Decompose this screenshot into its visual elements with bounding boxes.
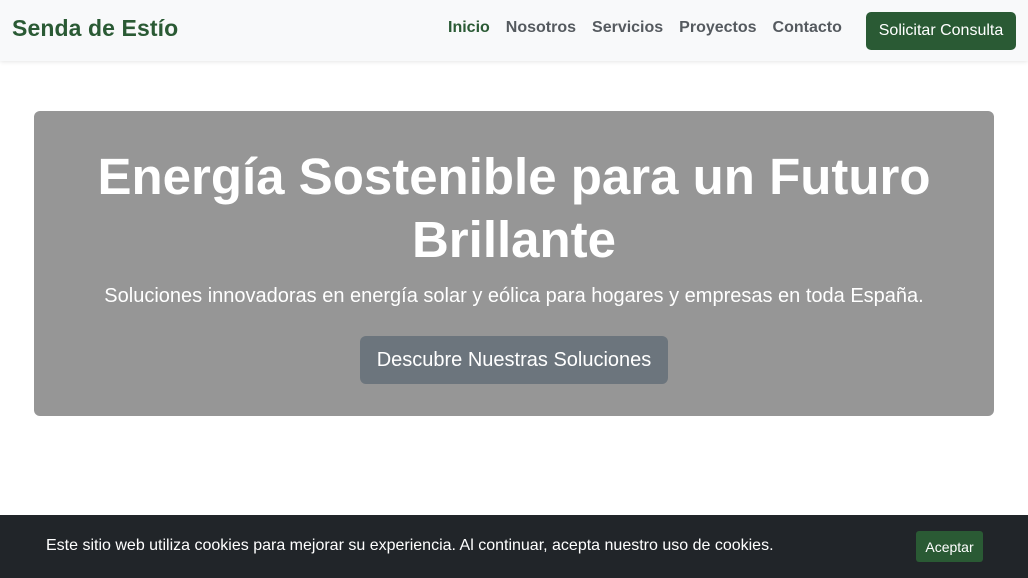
nav-link-contacto[interactable]: Contacto xyxy=(773,19,842,37)
nav-link-inicio[interactable]: Inicio xyxy=(448,19,490,37)
nav-links: Inicio Nosotros Servicios Proyectos Cont… xyxy=(448,19,858,37)
hero-section: Energía Sostenible para un Futuro Brilla… xyxy=(34,111,994,416)
navbar: Senda de Estío Inicio Nosotros Servicios… xyxy=(0,0,1028,61)
hero-title: Energía Sostenible para un Futuro Brilla… xyxy=(97,148,931,268)
nav-link-proyectos[interactable]: Proyectos xyxy=(679,19,756,37)
cookie-banner: Este sitio web utiliza cookies para mejo… xyxy=(0,515,1028,578)
cookie-banner-text: Este sitio web utiliza cookies para mejo… xyxy=(46,537,774,554)
discover-solutions-button[interactable]: Descubre Nuestras Soluciones xyxy=(360,336,668,384)
nav-link-nosotros[interactable]: Nosotros xyxy=(506,19,576,37)
hero-subtitle: Soluciones innovadoras en energía solar … xyxy=(104,285,924,307)
brand-logo-link[interactable]: Senda de Estío xyxy=(12,15,178,42)
nav-link-servicios[interactable]: Servicios xyxy=(592,19,663,37)
request-consultation-button[interactable]: Solicitar Consulta xyxy=(866,12,1016,50)
accept-cookies-button[interactable]: Aceptar xyxy=(916,531,983,562)
